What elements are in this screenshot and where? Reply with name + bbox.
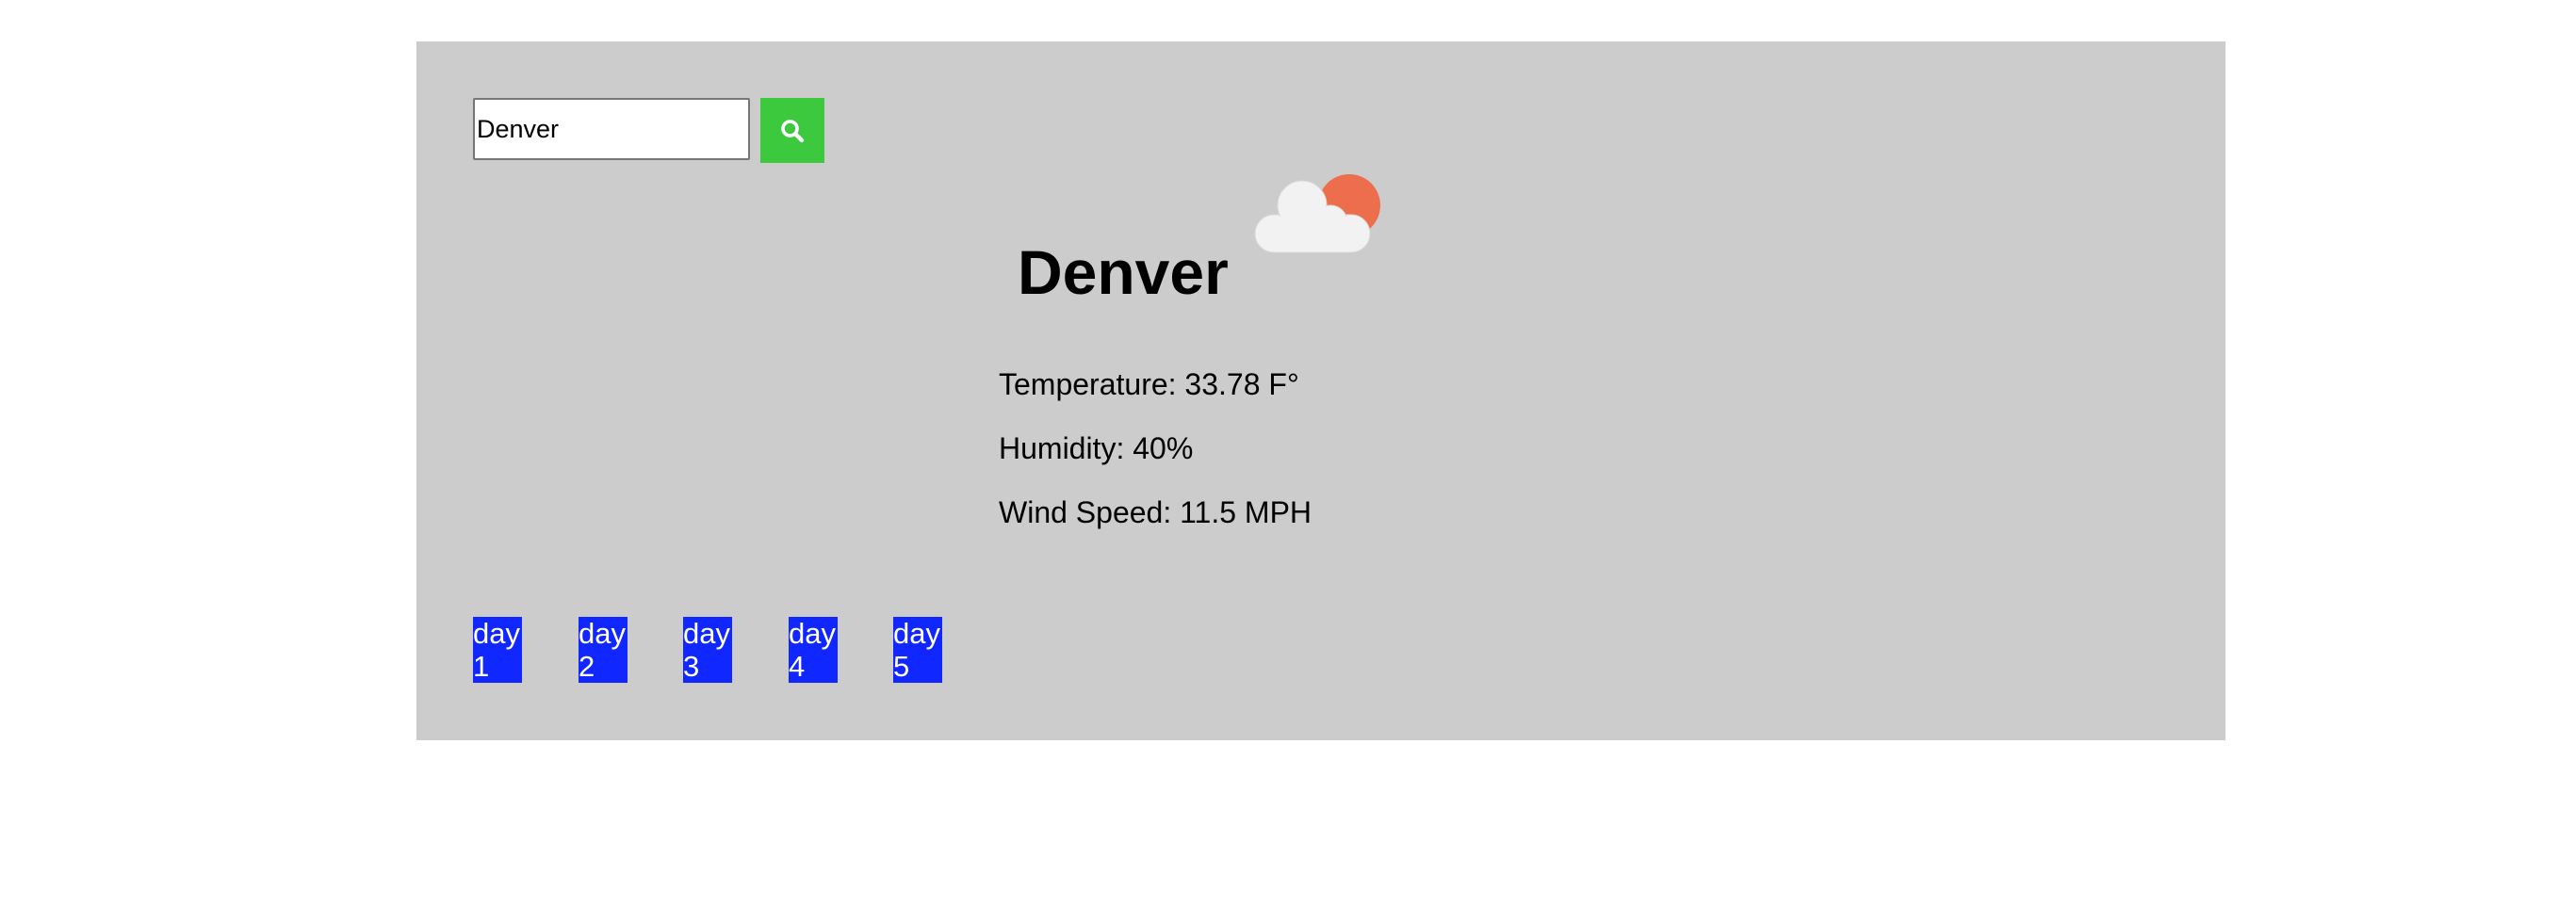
search-button[interactable] bbox=[760, 98, 824, 163]
weather-panel: Denver Temperature: 33.78 F° Humidity: 4… bbox=[416, 41, 2225, 740]
temperature-text: Temperature: 33.78 F° bbox=[999, 367, 1299, 401]
humidity-text: Humidity: 40% bbox=[999, 431, 1194, 465]
partly-cloudy-icon bbox=[1254, 174, 1380, 253]
forecast-day-3[interactable]: day 3 bbox=[683, 617, 732, 683]
city-search-input[interactable] bbox=[473, 98, 750, 160]
forecast-day-2[interactable]: day 2 bbox=[579, 617, 628, 683]
wind-speed-text: Wind Speed: 11.5 MPH bbox=[999, 495, 1312, 529]
forecast-day-4[interactable]: day 4 bbox=[789, 617, 838, 683]
city-name: Denver bbox=[1018, 237, 1229, 307]
forecast-day-5[interactable]: day 5 bbox=[893, 617, 942, 683]
forecast-day-1[interactable]: day 1 bbox=[473, 617, 522, 683]
search-icon bbox=[781, 119, 805, 142]
